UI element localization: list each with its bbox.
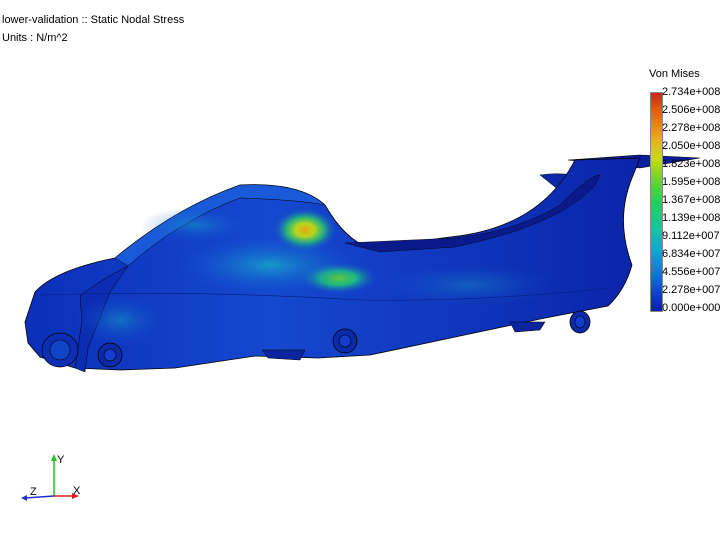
legend-title: Von Mises [649, 68, 700, 80]
legend-label: 2.734e+008 [662, 86, 721, 98]
legend-label: 2.506e+008 [662, 104, 721, 116]
legend-label: 1.823e+008 [662, 158, 721, 170]
model-viewport[interactable] [0, 0, 727, 542]
stress-model [24, 154, 701, 373]
z-axis-label: Z [30, 486, 37, 498]
legend-label: 2.278e+007 [662, 284, 721, 296]
legend-label: 0.000e+000 [662, 302, 721, 314]
legend-label: 9.112e+007 [662, 230, 720, 242]
legend-labels: 2.734e+008 2.506e+008 2.278e+008 2.050e+… [662, 85, 724, 317]
axis-triad: Y X Z [21, 454, 81, 501]
legend-label: 1.139e+008 [662, 212, 721, 224]
legend-label: 1.367e+008 [662, 194, 721, 206]
legend-label: 1.595e+008 [662, 176, 721, 188]
legend-label: 2.278e+008 [662, 122, 721, 134]
x-axis-label: X [73, 485, 81, 497]
legend-label: 4.556e+007 [662, 266, 721, 278]
z-axis-arrow [21, 495, 27, 501]
legend-label: 6.834e+007 [662, 248, 721, 260]
legend-label: 2.050e+008 [662, 140, 721, 152]
y-axis-label: Y [57, 454, 65, 466]
